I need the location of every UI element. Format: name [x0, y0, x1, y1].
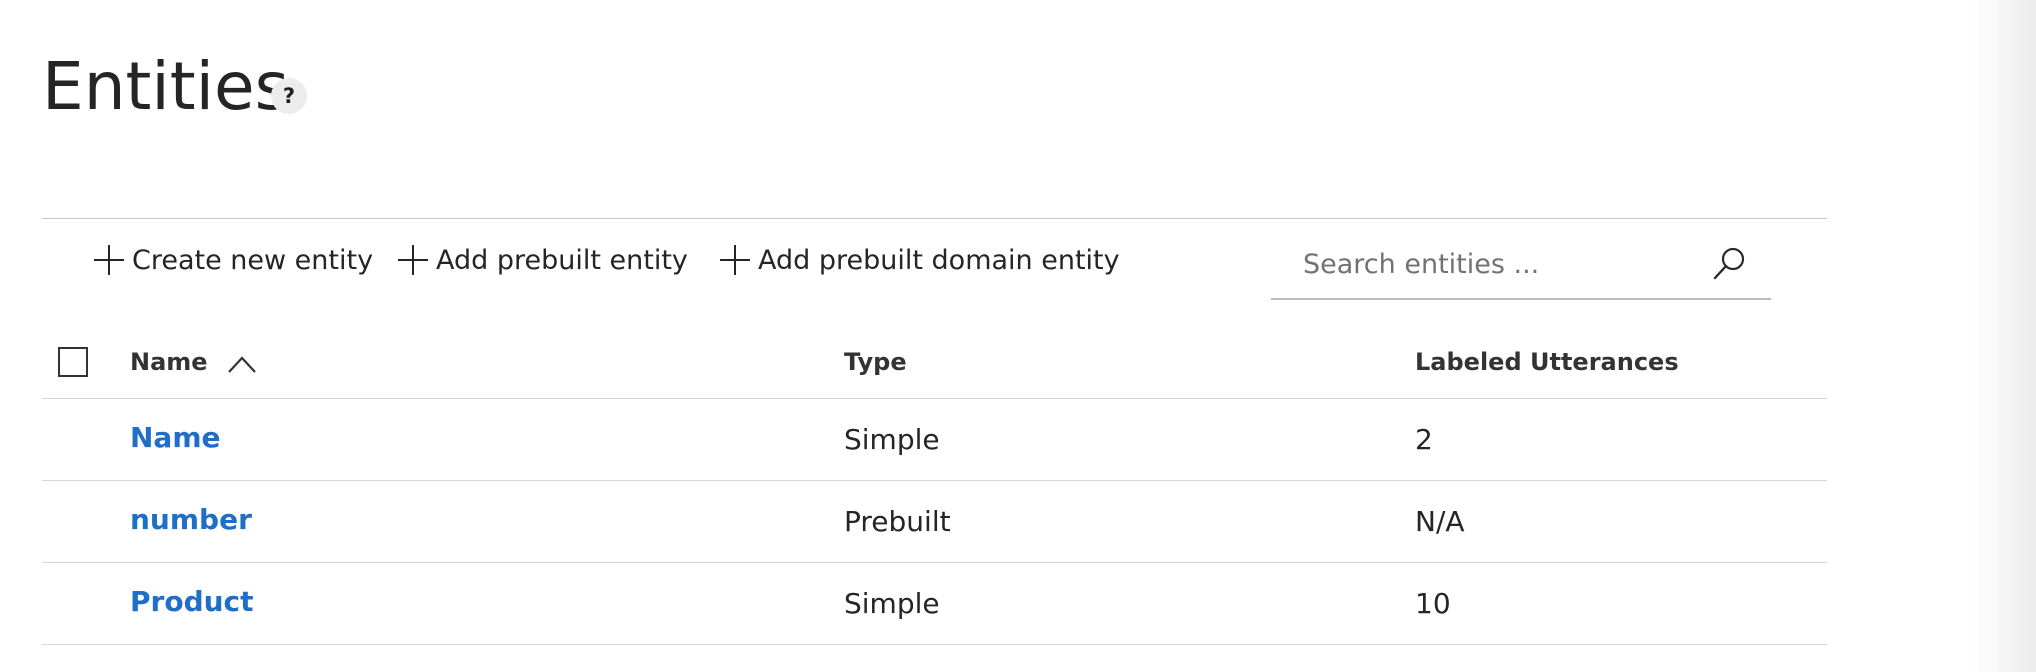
help-icon[interactable]: ? — [271, 78, 307, 114]
add-prebuilt-entity-button[interactable]: Add prebuilt entity — [398, 236, 688, 284]
select-all-checkbox[interactable] — [58, 347, 88, 377]
add-prebuilt-entity-label: Add prebuilt entity — [436, 244, 688, 276]
plus-icon — [94, 245, 124, 275]
page-edge-shadow — [1972, 0, 2036, 672]
entity-type: Prebuilt — [844, 505, 951, 538]
toolbar-divider — [42, 218, 1827, 219]
entity-type: Simple — [844, 587, 940, 620]
entity-type: Simple — [844, 423, 940, 456]
table-row[interactable]: Name Simple 2 — [42, 399, 1827, 481]
labeled-utterances-count: 10 — [1415, 587, 1451, 620]
entity-name-link[interactable]: Product — [130, 585, 254, 618]
chevron-up-icon[interactable] — [227, 354, 257, 374]
search-input[interactable] — [1301, 238, 1705, 290]
page-title: Entities — [42, 48, 289, 125]
search-icon[interactable] — [1709, 244, 1749, 284]
plus-icon — [720, 245, 750, 275]
add-prebuilt-domain-entity-button[interactable]: Add prebuilt domain entity — [720, 236, 1120, 284]
plus-icon — [398, 245, 428, 275]
entity-name-link[interactable]: number — [130, 503, 252, 536]
labeled-utterances-count: N/A — [1415, 505, 1465, 538]
column-header-name[interactable]: Name — [130, 348, 208, 376]
table-row[interactable]: number Prebuilt N/A — [42, 481, 1827, 563]
add-prebuilt-domain-entity-label: Add prebuilt domain entity — [758, 244, 1120, 276]
create-new-entity-label: Create new entity — [132, 244, 374, 276]
search-box — [1271, 232, 1771, 300]
entity-name-link[interactable]: Name — [130, 421, 221, 454]
table-row[interactable]: Product Simple 10 — [42, 563, 1827, 645]
table-header: Name Type Labeled Utterances — [42, 330, 1827, 399]
column-header-labeled-utterances[interactable]: Labeled Utterances — [1415, 348, 1679, 376]
labeled-utterances-count: 2 — [1415, 423, 1433, 456]
create-new-entity-button[interactable]: Create new entity — [94, 236, 373, 284]
column-header-type[interactable]: Type — [844, 348, 907, 376]
